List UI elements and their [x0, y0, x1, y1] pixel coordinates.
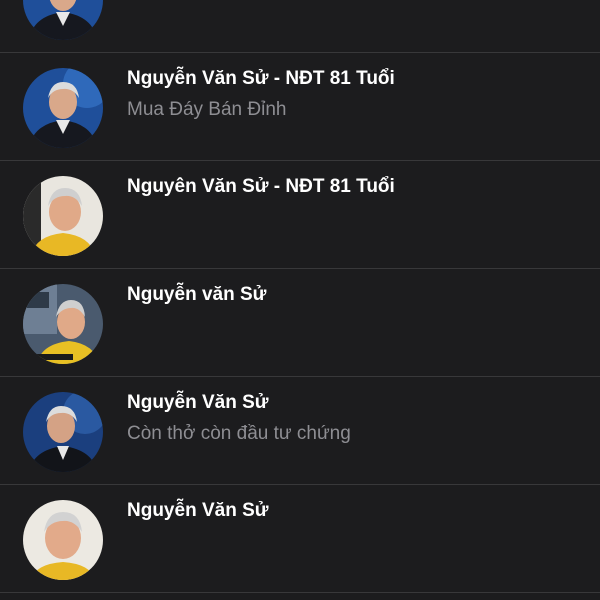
result-name: Nguyễn văn Sử [127, 284, 267, 305]
result-name: Nguyễn Văn Sử - NĐT 81 Tuổi [127, 68, 395, 89]
result-name: Nguyên Văn Sử - NĐT 81 Tuổi [127, 176, 395, 197]
row-divider [0, 592, 600, 593]
avatar-blue-suit-icon [23, 0, 103, 40]
result-name: Nguyễn Văn Sử [127, 500, 269, 521]
result-subtitle: Mua Đáy Bán Đỉnh [127, 99, 287, 120]
avatar-yellow-shirt-icon [23, 500, 103, 580]
row-divider [0, 376, 600, 377]
result-row[interactable]: Nguyễn Văn Sử - NĐT 81 Tuổi Mua Đáy Bán … [0, 54, 600, 161]
avatar-yellow-shirt-studio-icon [23, 284, 103, 364]
row-divider [0, 52, 600, 53]
avatar-blue-suit-icon [23, 392, 103, 472]
result-row[interactable]: Nguyễn văn Sử [0, 270, 600, 377]
row-divider [0, 268, 600, 269]
avatar-yellow-shirt-icon [23, 176, 103, 256]
result-row[interactable]: Nguyễn Văn Sử Còn thở còn đầu tư chứng [0, 378, 600, 485]
search-results-list: Nguyễn Văn Sử - NĐT 81 Tuổi Mua Đáy Bán … [0, 0, 600, 600]
result-row[interactable]: Nguyễn Văn Sử [0, 486, 600, 593]
result-row[interactable] [0, 0, 600, 53]
result-name: Nguyễn Văn Sử [127, 392, 269, 413]
result-subtitle: Còn thở còn đầu tư chứng [127, 423, 351, 444]
avatar-blue-suit-icon [23, 68, 103, 148]
result-row[interactable]: Nguyên Văn Sử - NĐT 81 Tuổi [0, 162, 600, 269]
row-divider [0, 160, 600, 161]
row-divider [0, 484, 600, 485]
